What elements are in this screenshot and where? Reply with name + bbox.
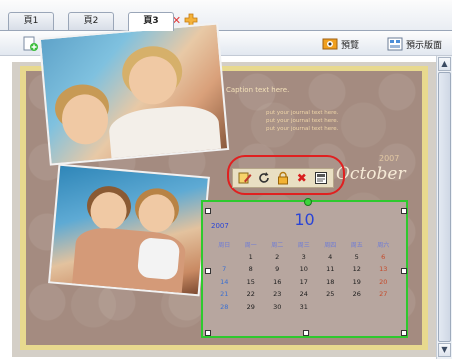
rotate-icon[interactable] — [257, 171, 271, 185]
calendar-day: 17 — [299, 277, 308, 286]
edit-icon[interactable] — [238, 171, 252, 185]
calendar-week-row: 28 29 30 31 — [211, 301, 397, 314]
calendar-day: 14 — [220, 277, 229, 286]
journal-text-line[interactable]: put your journal text here. — [266, 118, 338, 124]
calendar-day: 3 — [301, 252, 306, 261]
calendar-day: 31 — [299, 302, 308, 311]
calendar-grid: 周日 周一 周二 周三 周四 周五 周六 1 2 3 4 5 6 7 8 9 1… — [211, 238, 397, 313]
preset-layout-label: 預示版面 — [406, 40, 443, 51]
calendar-day: 22 — [246, 290, 255, 299]
photo-two-children[interactable] — [48, 163, 210, 297]
tab-bar: 頁1 頁2 頁3 ✕ — [0, 0, 452, 31]
calendar-day: 6 — [381, 252, 386, 261]
tab-page-3[interactable]: 頁3 — [128, 12, 174, 31]
scroll-up-button[interactable]: ▲ — [438, 57, 451, 71]
weekday-label: 周日 — [218, 241, 231, 249]
vertical-scrollbar[interactable]: ▲ ▼ — [436, 56, 452, 359]
weekday-label: 周一 — [244, 241, 257, 249]
calendar-day: 19 — [352, 277, 361, 286]
calendar-day: 30 — [273, 302, 282, 311]
calendar-day: 23 — [273, 290, 282, 299]
calendar-day: 29 — [246, 302, 255, 311]
scroll-down-button[interactable]: ▼ — [438, 343, 451, 357]
calendar-day: 8 — [248, 265, 253, 274]
resize-handle[interactable] — [205, 330, 211, 336]
calendar-day: 21 — [220, 290, 229, 299]
calendar-day: 27 — [379, 290, 388, 299]
layout-icon — [387, 36, 403, 52]
month-name-title[interactable]: October — [336, 164, 406, 184]
calendar-day: 24 — [299, 290, 308, 299]
caption-text[interactable]: Caption text here. — [226, 86, 289, 94]
weekday-header-row: 周日 周一 周二 周三 周四 周五 周六 — [211, 238, 397, 251]
calendar-day: 15 — [246, 277, 255, 286]
preset-layout-button[interactable]: 預示版面 — [387, 35, 442, 53]
calendar-day: 18 — [326, 277, 335, 286]
calendar-day: 7 — [222, 265, 227, 274]
calendar-day: 10 — [299, 265, 308, 274]
calendar-week-row: 14 15 16 17 18 19 20 — [211, 276, 397, 289]
calendar-day: 1 — [248, 252, 253, 261]
preview-icon — [322, 36, 338, 52]
photo-mother-son[interactable] — [38, 22, 230, 166]
journal-text-line[interactable]: put your journal text here. — [266, 110, 338, 116]
lock-icon[interactable] — [276, 171, 290, 185]
calendar-day: 13 — [379, 265, 388, 274]
object-edit-toolbar: ✖ — [232, 168, 334, 188]
calendar-widget[interactable]: 2007 10 周日 周一 周二 周三 周四 周五 周六 1 2 3 4 5 6… — [201, 198, 408, 338]
scrollbar-thumb[interactable] — [438, 72, 451, 342]
calendar-day: 2 — [275, 252, 280, 261]
calendar-day: 9 — [275, 265, 280, 274]
calendar-day: 12 — [352, 265, 361, 274]
weekday-label: 周四 — [324, 241, 337, 249]
calendar-day: 11 — [326, 265, 335, 274]
preview-label: 預覽 — [341, 40, 360, 51]
weekday-label: 周五 — [350, 241, 363, 249]
resize-handle[interactable] — [303, 330, 309, 336]
resize-handle[interactable] — [401, 330, 407, 336]
new-page-icon — [22, 36, 38, 52]
weekday-label: 周三 — [297, 241, 310, 249]
calendar-day: 20 — [379, 277, 388, 286]
weekday-label: 周二 — [271, 241, 284, 249]
preview-button[interactable]: 預覽 — [322, 35, 359, 53]
journal-text-line[interactable]: put your journal text here. — [266, 126, 338, 132]
calendar-day: 28 — [220, 302, 229, 311]
calendar-week-row: 7 8 9 10 11 12 13 — [211, 263, 397, 276]
tab-page-1[interactable]: 頁1 — [8, 12, 54, 30]
delete-icon[interactable]: ✖ — [295, 171, 309, 185]
calendar-day: 4 — [328, 252, 333, 261]
calendar-day: 25 — [326, 290, 335, 299]
calendar-day: 16 — [273, 277, 282, 286]
tab-page-2[interactable]: 頁2 — [68, 12, 114, 30]
resize-handle[interactable] — [401, 268, 407, 274]
calendar-week-row: 21 22 23 24 25 26 27 — [211, 288, 397, 301]
year-label[interactable]: 2007 — [379, 154, 399, 163]
calendar-day: 5 — [354, 252, 359, 261]
calendar-month-number: 10 — [294, 210, 315, 229]
rotation-handle[interactable] — [304, 198, 312, 206]
properties-icon[interactable] — [314, 171, 328, 185]
weekday-label: 周六 — [377, 241, 390, 249]
calendar-week-row: 1 2 3 4 5 6 — [211, 251, 397, 264]
calendar-day: 26 — [352, 290, 361, 299]
